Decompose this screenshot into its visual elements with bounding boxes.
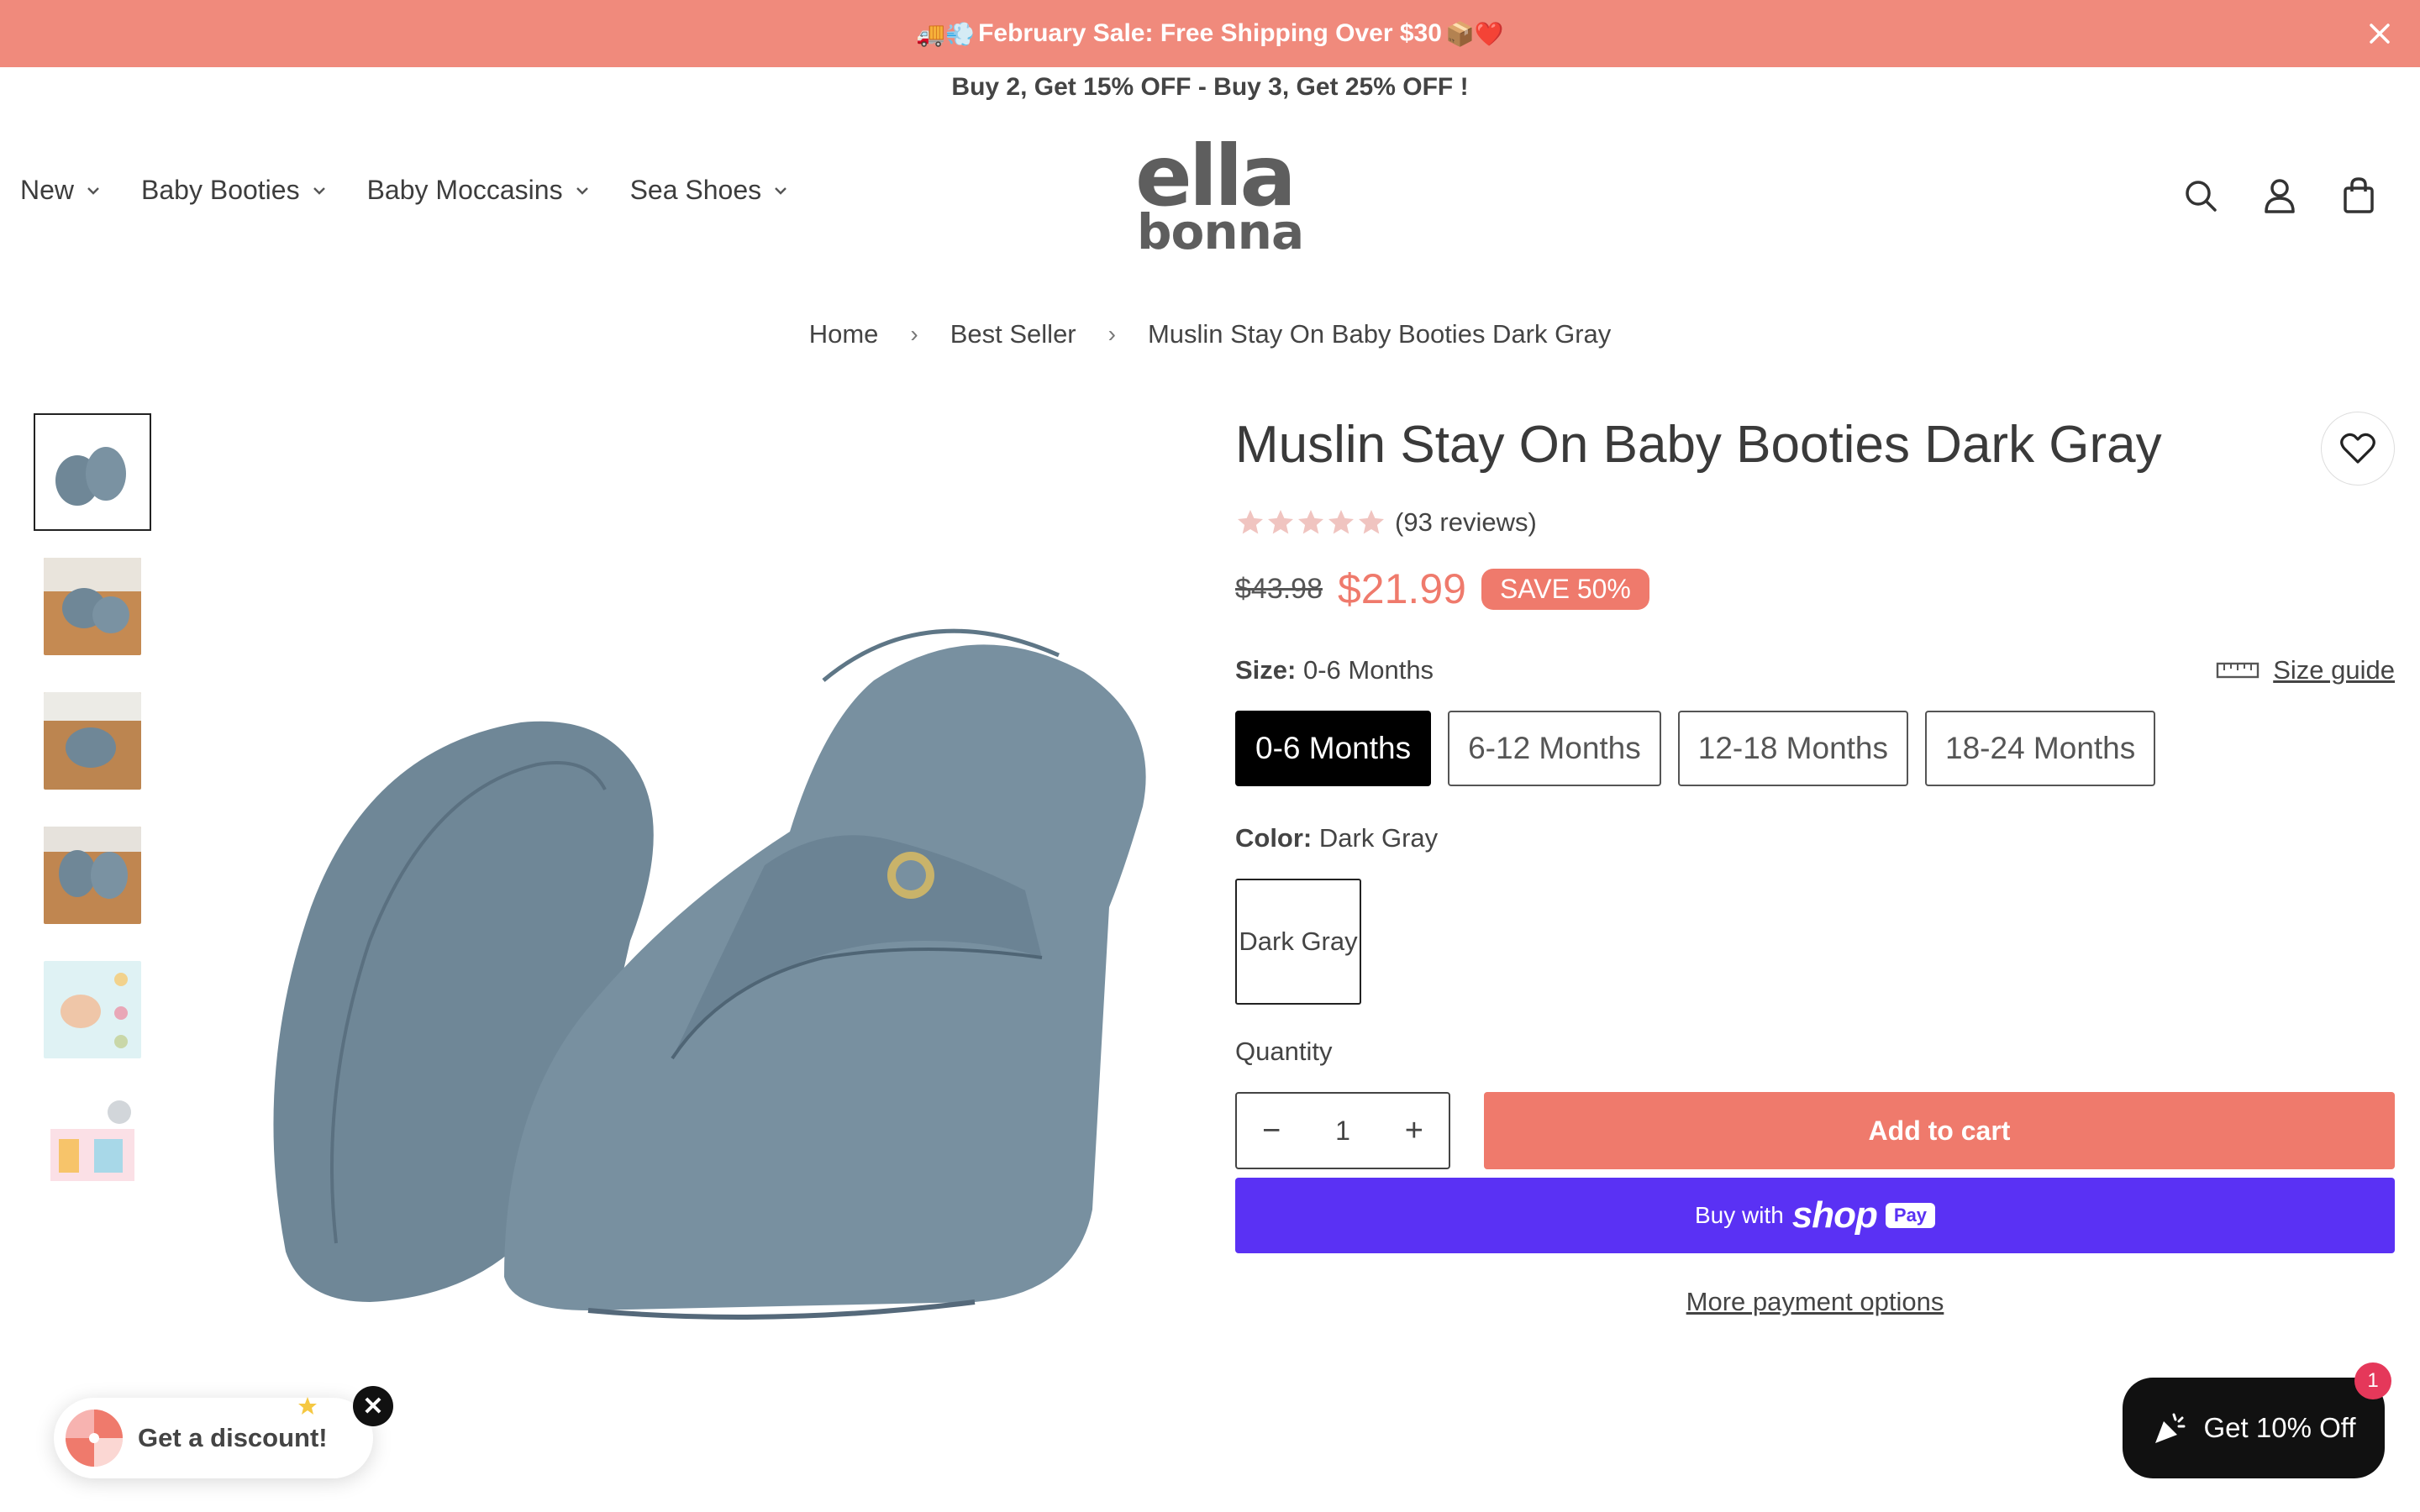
size-guide-link[interactable]: Size guide — [2216, 655, 2395, 685]
account-icon[interactable] — [2262, 176, 2297, 215]
shoppay-pay-badge: Pay — [1885, 1203, 1936, 1228]
nav-item-label: Baby Booties — [141, 175, 300, 205]
ten-off-label: Get 10% Off — [2203, 1412, 2356, 1443]
quantity-label: Quantity — [1235, 1037, 1333, 1066]
size-options: 0-6 Months 6-12 Months 12-18 Months 18-2… — [1235, 711, 2395, 786]
thumbnail-image — [44, 423, 141, 521]
save-badge: SAVE 50% — [1481, 568, 1649, 610]
logo-line2: bonna — [1137, 203, 1304, 260]
get-discount-widget[interactable]: Get a discount! — [54, 1397, 373, 1478]
search-icon[interactable] — [2183, 176, 2218, 215]
size-option-6-12-months[interactable]: 6-12 Months — [1448, 711, 1661, 786]
size-label-key: Size: — [1235, 655, 1297, 685]
nav-item-sea-shoes[interactable]: Sea Shoes — [630, 175, 789, 206]
nav-item-baby-moccasins[interactable]: Baby Moccasins — [367, 175, 590, 206]
star-icon — [1298, 510, 1323, 534]
size-option-18-24-months[interactable]: 18-24 Months — [1925, 711, 2156, 786]
nav-item-baby-booties[interactable]: Baby Booties — [141, 175, 327, 206]
discount-label: Get a discount! — [138, 1423, 328, 1452]
price-row: $43.98 $21.99 SAVE 50% — [1235, 564, 2395, 613]
star-rating — [1235, 507, 1386, 538]
chevron-down-icon — [576, 186, 588, 195]
breadcrumb-best-seller[interactable]: Best Seller — [950, 319, 1076, 349]
star-icon — [1328, 510, 1354, 534]
get-10-off-button[interactable]: Get 10% Off — [2123, 1378, 2385, 1478]
breadcrumb: Home › Best Seller › Muslin Stay On Baby… — [0, 319, 2420, 349]
thumbnail-4[interactable] — [34, 816, 151, 934]
size-option-0-6-months[interactable]: 0-6 Months — [1235, 711, 1432, 786]
truck-icon: 🚚💨 — [916, 20, 976, 47]
rating-row[interactable]: (93 reviews) — [1235, 507, 2395, 538]
thumbnail-3[interactable] — [34, 682, 151, 800]
thumbnail-image — [44, 1095, 141, 1193]
sale-price: $21.99 — [1338, 565, 1466, 612]
size-guide-label: Size guide — [2273, 655, 2395, 685]
breadcrumb-current: Muslin Stay On Baby Booties Dark Gray — [1147, 319, 1612, 349]
star-icon — [1268, 510, 1293, 534]
breadcrumb-home[interactable]: Home — [809, 319, 879, 349]
chevron-right-icon: › — [910, 321, 918, 347]
announcement-text: February Sale: Free Shipping Over $30 — [978, 19, 1442, 47]
shoppay-brand: shop — [1791, 1194, 1878, 1236]
product-info: Muslin Stay On Baby Booties Dark Gray (9… — [1235, 412, 2395, 1317]
more-payment-options-link[interactable]: More payment options — [1235, 1287, 2395, 1317]
heart-icon — [2340, 433, 2375, 464]
review-count: (93 reviews) — [1395, 507, 1537, 537]
thumbnail-image — [44, 558, 141, 655]
nav-item-new[interactable]: New — [20, 175, 101, 206]
size-label: Size: 0-6 Months — [1235, 655, 1434, 685]
thumbnail-image — [44, 692, 141, 790]
wishlist-button[interactable] — [2321, 412, 2395, 486]
nav-item-label: Baby Moccasins — [366, 175, 563, 205]
discount-wheel-icon — [66, 1410, 123, 1467]
product-title: Muslin Stay On Baby Booties Dark Gray — [1235, 416, 2162, 474]
size-option-12-18-months[interactable]: 12-18 Months — [1677, 711, 1909, 786]
compare-price: $43.98 — [1235, 572, 1323, 605]
buy-row: − 1 + Add to cart — [1235, 1092, 2395, 1169]
color-label-key: Color: — [1235, 823, 1313, 853]
thumbnail-1[interactable] — [34, 413, 151, 531]
quantity-stepper: − 1 + — [1235, 1092, 1450, 1169]
thumbnail-2[interactable] — [34, 548, 151, 665]
chevron-down-icon — [775, 186, 786, 195]
star-decoration-icon — [298, 1397, 317, 1415]
cart-bag-icon[interactable] — [2341, 176, 2376, 215]
shop-pay-button[interactable]: Buy with shop Pay — [1235, 1178, 2395, 1253]
announcement-bar: 🚚💨 February Sale: Free Shipping Over $30… — [0, 0, 2420, 67]
increase-quantity-button[interactable]: + — [1405, 1113, 1423, 1149]
nav-item-label: Sea Shoes — [629, 175, 762, 205]
color-option-dark-gray[interactable]: Dark Gray — [1235, 879, 1361, 1005]
quantity-input[interactable]: 1 — [1335, 1116, 1350, 1147]
close-icon[interactable] — [2363, 17, 2396, 50]
product-main-image — [273, 628, 1146, 1320]
close-discount-button[interactable]: ✕ — [353, 1386, 393, 1426]
nav-item-label: New — [20, 175, 75, 205]
add-to-cart-button[interactable]: Add to cart — [1484, 1092, 2395, 1169]
thumbnail-image — [44, 827, 141, 924]
thumbnail-image — [44, 961, 141, 1058]
size-label-row: Size: 0-6 Months Size guide — [1235, 655, 2395, 685]
chevron-down-icon — [313, 186, 325, 195]
chevron-right-icon: › — [1107, 321, 1116, 347]
ruler-icon — [2217, 662, 2260, 679]
decrease-quantity-button[interactable]: − — [1262, 1113, 1281, 1149]
star-icon — [1238, 510, 1263, 534]
thumbnail-5[interactable] — [34, 951, 151, 1068]
promo-banner: Buy 2, Get 15% OFF - Buy 3, Get 25% OFF … — [951, 73, 1469, 101]
size-label-value: 0-6 Months — [1302, 655, 1434, 685]
box-heart-icon: 📦❤️ — [1444, 20, 1504, 47]
main-nav: New Baby Booties Baby Moccasins Sea Shoe… — [20, 175, 788, 206]
header-icons — [2183, 176, 2376, 215]
star-icon — [1359, 510, 1384, 534]
notification-badge: 1 — [2354, 1362, 2391, 1399]
chevron-down-icon — [87, 186, 99, 195]
shoppay-prefix: Buy with — [1694, 1202, 1784, 1228]
thumbnail-6[interactable] — [34, 1085, 151, 1203]
party-popper-icon — [2154, 1413, 2185, 1443]
logo[interactable]: ella bonna — [1130, 134, 1304, 260]
color-label-value: Dark Gray — [1318, 823, 1439, 853]
thumbnail-gallery — [34, 413, 151, 1220]
color-label: Color: Dark Gray — [1235, 823, 2395, 853]
